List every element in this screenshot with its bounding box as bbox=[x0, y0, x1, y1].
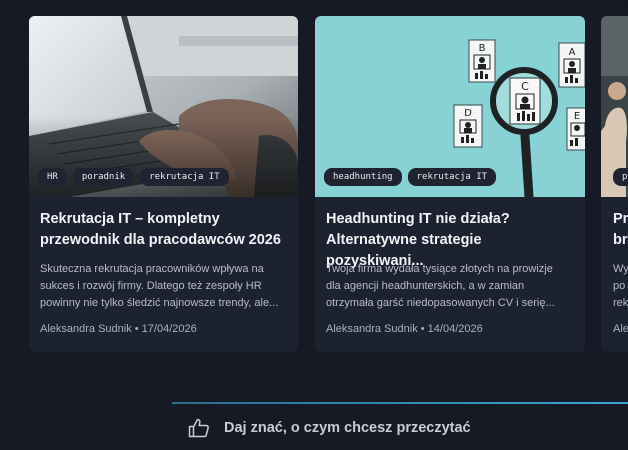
feedback-link[interactable]: Daj znać, o czym chcesz przeczytać bbox=[188, 418, 471, 438]
tag-list: p bbox=[613, 168, 628, 186]
thumbs-up-icon bbox=[188, 418, 210, 438]
article-image-laptop[interactable]: HR poradnik rekrutacja IT bbox=[29, 16, 298, 197]
svg-text:A: A bbox=[569, 47, 576, 58]
tag[interactable]: rekrutacja IT bbox=[407, 168, 497, 186]
article-excerpt: Twoja firma wydała tysiące złotych na pr… bbox=[326, 263, 555, 309]
feedback-label: Daj znać, o czym chcesz przeczytać bbox=[224, 420, 471, 436]
tag[interactable]: HR bbox=[38, 168, 67, 186]
article-title[interactable]: Rekrutacja IT – kompletny przewodnik dla… bbox=[40, 209, 290, 251]
article-excerpt: Wy po rek bbox=[613, 263, 628, 309]
tag[interactable]: poradnik bbox=[72, 168, 135, 186]
svg-text:D: D bbox=[464, 108, 472, 119]
tag[interactable]: headhunting bbox=[324, 168, 402, 186]
article-title[interactable]: Pr br bbox=[613, 209, 628, 251]
article-meta: Aleksandra Sudnik • 14/04/2026 bbox=[326, 323, 483, 335]
article-meta: Ale bbox=[613, 323, 628, 335]
article-excerpt: Skuteczna rekrutacja pracowników wpływa … bbox=[40, 263, 279, 309]
tag-list: HR poradnik rekrutacja IT bbox=[38, 168, 229, 186]
svg-text:B: B bbox=[479, 43, 486, 54]
tag[interactable]: p bbox=[613, 168, 628, 186]
article-meta: Aleksandra Sudnik • 17/04/2026 bbox=[40, 323, 197, 335]
tag-list: headhunting rekrutacja IT bbox=[324, 168, 497, 186]
article-image-partial[interactable]: p bbox=[601, 16, 628, 197]
blog-section: HR poradnik rekrutacja IT Rekrutacja IT … bbox=[0, 0, 628, 450]
svg-text:E: E bbox=[574, 111, 580, 122]
article-image-headhunting[interactable]: B A D E C headhunting rekrutacja IT bbox=[315, 16, 585, 197]
article-card[interactable]: p Pr br Wy po rek Ale bbox=[601, 16, 628, 352]
tag[interactable]: rekrutacja IT bbox=[140, 168, 229, 186]
section-divider bbox=[172, 402, 628, 404]
svg-text:C: C bbox=[521, 80, 529, 93]
article-card[interactable]: B A D E C headhunting rekrutacja IT Head… bbox=[315, 16, 585, 352]
article-card[interactable]: HR poradnik rekrutacja IT Rekrutacja IT … bbox=[29, 16, 298, 352]
profile-card-b: B bbox=[468, 39, 496, 83]
